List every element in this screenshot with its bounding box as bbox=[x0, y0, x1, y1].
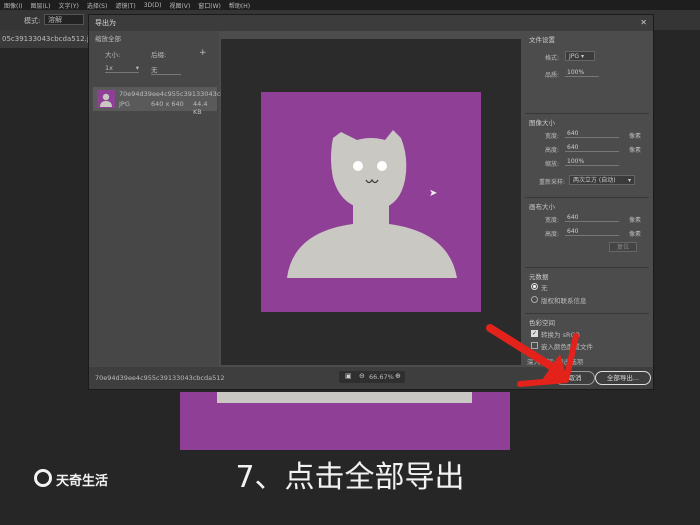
mouse-cursor-icon: ➤ bbox=[429, 188, 438, 199]
resample-select[interactable]: 两次立方 (自动) ▾ bbox=[569, 175, 635, 185]
close-icon[interactable]: ✕ bbox=[640, 18, 647, 27]
format-select[interactable]: JPG ▾ bbox=[565, 51, 595, 61]
menu-item[interactable]: 帮助(H) bbox=[229, 1, 250, 10]
section-title: 元数据 bbox=[529, 273, 549, 281]
scale-all-label: 缩放全部 bbox=[95, 35, 121, 43]
menu-item[interactable]: 文字(Y) bbox=[58, 1, 78, 10]
menu-item[interactable]: 视图(V) bbox=[169, 1, 190, 10]
assets-panel: 缩放全部 大小: 后缀: + 1x ▾ 无 70e94d39ee4c955c391… bbox=[89, 31, 234, 371]
menu-item[interactable]: 图像(I) bbox=[4, 1, 22, 10]
dialog-title: 导出为 bbox=[89, 15, 653, 31]
canvas-size-section: 画布大小 宽度: 640 像素 高度: 640 像素 复位 bbox=[525, 197, 649, 266]
metadata-copyright-radio[interactable] bbox=[531, 296, 538, 303]
mode-label: 模式: bbox=[24, 17, 41, 25]
export-all-button[interactable]: 全部导出... bbox=[595, 371, 651, 385]
asset-filesize: 44.4 KB bbox=[193, 100, 208, 116]
watermark-text: 天奇生活 bbox=[56, 474, 109, 489]
asset-format: JPG bbox=[119, 100, 130, 108]
zoom-in-icon[interactable]: ⊕ bbox=[395, 372, 401, 380]
metadata-copyright-label: 版权和联系信息 bbox=[541, 297, 587, 305]
suffix-label: 后缀: bbox=[151, 51, 167, 59]
format-label: 格式: bbox=[544, 55, 559, 62]
canvas-height-unit: 像素 bbox=[629, 231, 642, 238]
height-unit: 像素 bbox=[629, 147, 642, 154]
asset-name: 70e94d39ee4c955c39133043cbc... bbox=[119, 90, 235, 98]
canvas-width-input[interactable]: 640 bbox=[565, 213, 619, 222]
logo-icon bbox=[34, 469, 52, 487]
canvas-width-label: 宽度: bbox=[544, 217, 559, 224]
add-scale-button[interactable]: + bbox=[199, 48, 207, 58]
suffix-input[interactable]: 无 bbox=[151, 64, 181, 75]
resample-label: 重新采样: bbox=[538, 179, 565, 186]
zoom-control: ▣ ⊖ 66.67% ⊕ bbox=[339, 371, 405, 383]
figure-illustration bbox=[287, 130, 457, 278]
menu-item[interactable]: 滤镜(T) bbox=[115, 1, 135, 10]
menu-item[interactable]: 3D(D) bbox=[144, 2, 162, 9]
section-title: 画布大小 bbox=[529, 203, 555, 211]
preview-area: ➤ bbox=[221, 39, 521, 365]
scale-label: 缩放: bbox=[544, 161, 559, 168]
width-unit: 像素 bbox=[629, 133, 642, 140]
metadata-section: 元数据 无 版权和联系信息 bbox=[525, 267, 649, 312]
annotation-arrow-icon bbox=[486, 324, 579, 387]
size-select[interactable]: 1x ▾ bbox=[105, 64, 139, 73]
menu-bar: 图像(I) 图层(L) 文字(Y) 选择(S) 滤镜(T) 3D(D) 视图(V… bbox=[0, 0, 700, 10]
preview-image bbox=[261, 92, 481, 312]
image-size-section: 图像大小 宽度: 640 像素 高度: 640 像素 缩放: 100% 重新采样… bbox=[525, 113, 649, 194]
menu-item[interactable]: 选择(S) bbox=[87, 1, 108, 10]
footer-filename: 70e94d39ee4c955c39133043cbcda512 bbox=[95, 374, 225, 382]
canvas-width-unit: 像素 bbox=[629, 217, 642, 224]
zoom-out-icon[interactable]: ⊖ bbox=[359, 372, 365, 380]
section-title: 文件设置 bbox=[529, 36, 555, 44]
chevron-down-icon: ▾ bbox=[627, 177, 631, 184]
menu-item[interactable]: 窗口(W) bbox=[198, 1, 221, 10]
height-label: 高度: bbox=[544, 147, 559, 154]
mode-select[interactable]: 溶解 bbox=[44, 14, 84, 25]
zoom-level: 66.67% bbox=[369, 373, 394, 381]
width-label: 宽度: bbox=[544, 133, 559, 140]
fit-screen-icon[interactable]: ▣ bbox=[345, 372, 352, 380]
size-label: 大小: bbox=[105, 51, 121, 59]
reset-button[interactable]: 复位 bbox=[609, 242, 637, 252]
background-figure bbox=[217, 392, 472, 403]
canvas-height-input[interactable]: 640 bbox=[565, 227, 619, 236]
menu-item[interactable]: 图层(L) bbox=[30, 1, 50, 10]
asset-item[interactable]: 70e94d39ee4c955c39133043cbc... JPG 640 x… bbox=[93, 87, 234, 116]
height-input[interactable]: 640 bbox=[565, 143, 619, 152]
section-title: 图像大小 bbox=[529, 119, 555, 127]
chevron-down-icon: ▾ bbox=[580, 53, 584, 60]
quality-input[interactable]: 100% bbox=[565, 68, 599, 77]
canvas-height-label: 高度: bbox=[544, 231, 559, 238]
width-input[interactable]: 640 bbox=[565, 129, 619, 138]
asset-thumbnail bbox=[97, 90, 115, 108]
quality-label: 品质: bbox=[544, 72, 559, 79]
asset-dimensions: 640 x 640 bbox=[151, 100, 184, 108]
chevron-down-icon: ▾ bbox=[135, 64, 139, 72]
metadata-none-radio[interactable] bbox=[531, 283, 538, 290]
scale-input[interactable]: 100% bbox=[565, 157, 619, 166]
metadata-none-label: 无 bbox=[541, 284, 548, 292]
file-settings-section: 文件设置 格式: JPG ▾ 品质: 100% bbox=[525, 31, 649, 99]
